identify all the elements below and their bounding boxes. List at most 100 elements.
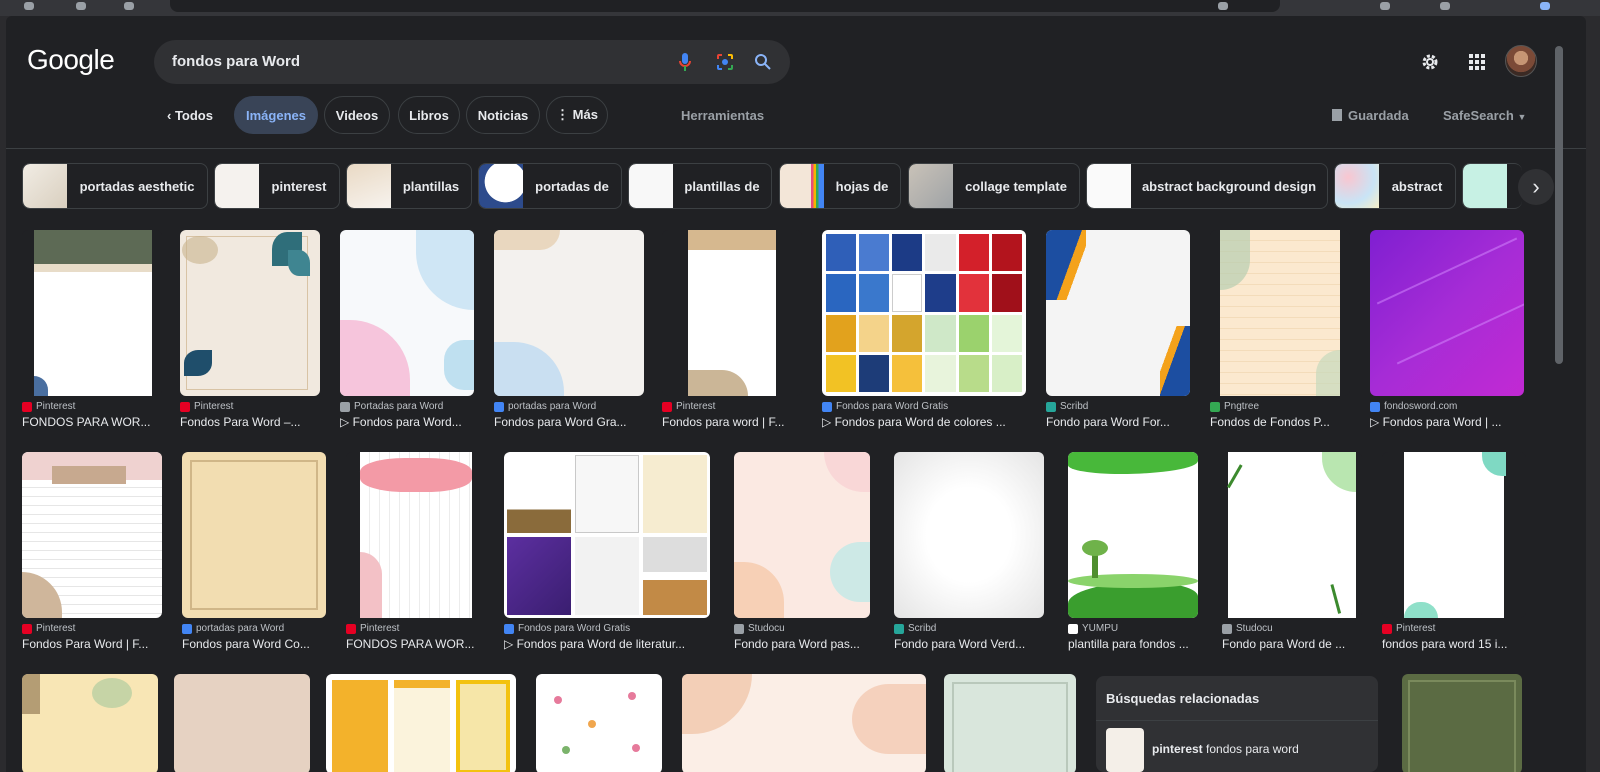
image-result[interactable] — [682, 674, 926, 772]
result-title[interactable]: Fondos para Word Co... — [182, 637, 326, 651]
result-source[interactable]: YUMPU — [1068, 623, 1198, 634]
chip-plantillas[interactable]: plantillas — [346, 163, 472, 209]
result-image[interactable] — [1222, 452, 1362, 618]
apps-grid-icon[interactable] — [1461, 46, 1493, 78]
chip-partial[interactable] — [1462, 163, 1522, 209]
image-result[interactable] — [944, 674, 1076, 772]
result-source[interactable]: portadas para Word — [494, 401, 644, 412]
extension-icon[interactable] — [1440, 2, 1450, 10]
result-source[interactable]: Pinterest — [22, 401, 162, 412]
image-result[interactable]: Studocu Fondo para Word pas... — [734, 452, 870, 651]
result-image[interactable] — [944, 674, 1076, 772]
result-title[interactable]: Fondos para word | F... — [662, 415, 802, 429]
image-result[interactable] — [1402, 674, 1522, 772]
related-search-item[interactable]: pinterest fondos para word — [1152, 742, 1299, 756]
result-title[interactable]: FONDOS PARA WOR... — [22, 415, 162, 429]
result-source[interactable]: Fondos para Word Gratis — [504, 623, 710, 634]
result-image[interactable] — [174, 674, 310, 772]
settings-gear-icon[interactable] — [1414, 46, 1446, 78]
result-source[interactable]: Pinterest — [1382, 623, 1526, 634]
tab-noticias[interactable]: Noticias — [466, 96, 540, 134]
chip-portadas-aesthetic[interactable]: portadas aesthetic — [22, 163, 208, 209]
result-image[interactable] — [1370, 230, 1524, 396]
chip-portadas-de[interactable]: portadas de — [478, 163, 622, 209]
image-result[interactable]: Fondos para Word Gratis ▷ Fondos para Wo… — [504, 452, 710, 651]
result-source[interactable]: Fondos para Word Gratis — [822, 401, 1026, 412]
image-result[interactable]: fondosword.com ▷ Fondos para Word | ... — [1370, 230, 1524, 429]
microphone-icon[interactable] — [674, 51, 696, 73]
image-result[interactable]: Fondos para Word Gratis ▷ Fondos para Wo… — [822, 230, 1026, 429]
result-title[interactable]: FONDOS PARA WOR... — [346, 637, 480, 651]
image-result[interactable]: portadas para Word Fondos para Word Gra.… — [494, 230, 644, 429]
image-result[interactable]: YUMPU plantilla para fondos ... — [1068, 452, 1198, 651]
result-title[interactable]: Fondos Para Word –... — [180, 415, 320, 429]
result-image[interactable] — [1382, 452, 1526, 618]
image-result[interactable]: Pinterest fondos para word 15 i... — [1382, 452, 1526, 651]
result-image[interactable] — [180, 230, 320, 396]
result-image[interactable] — [1210, 230, 1350, 396]
back-icon[interactable] — [24, 2, 34, 10]
result-image[interactable] — [1068, 452, 1198, 618]
result-title[interactable]: plantilla para fondos ... — [1068, 637, 1198, 651]
image-result[interactable]: Pinterest Fondos Para Word –... — [180, 230, 320, 429]
chip-plantillas-de[interactable]: plantillas de — [628, 163, 772, 209]
saved-button[interactable]: Guardada — [1332, 108, 1409, 123]
image-result[interactable]: Pngtree Fondos de Fondos P... — [1210, 230, 1350, 429]
result-image[interactable] — [346, 452, 480, 618]
result-source[interactable]: Portadas para Word — [340, 401, 474, 412]
result-source[interactable]: Pinterest — [662, 401, 802, 412]
result-image[interactable] — [536, 674, 662, 772]
tab-todos[interactable]: ‹ Todos — [158, 96, 222, 134]
result-source[interactable]: Studocu — [1222, 623, 1362, 634]
image-result[interactable] — [536, 674, 662, 772]
tab-imagenes[interactable]: Imágenes — [234, 96, 318, 134]
result-image[interactable] — [1402, 674, 1522, 772]
related-thumbnail[interactable] — [1106, 728, 1144, 772]
profile-icon[interactable] — [1540, 2, 1550, 10]
search-query-text[interactable]: fondos para Word — [172, 53, 300, 70]
result-image[interactable] — [494, 230, 644, 396]
chip-hojas-de[interactable]: hojas de — [779, 163, 901, 209]
result-image[interactable] — [504, 452, 710, 618]
result-source[interactable]: Pinterest — [180, 401, 320, 412]
image-result[interactable]: Scribd Fondo para Word Verd... — [894, 452, 1044, 651]
image-result[interactable]: Scribd Fondo para Word For... — [1046, 230, 1190, 429]
result-source[interactable]: Pinterest — [22, 623, 162, 634]
result-source[interactable]: Pngtree — [1210, 401, 1350, 412]
result-image[interactable] — [682, 674, 926, 772]
result-title[interactable]: ▷ Fondos para Word de colores ... — [822, 415, 1026, 429]
result-title[interactable]: Fondos Para Word | F... — [22, 637, 162, 651]
result-title[interactable]: ▷ Fondos para Word... — [340, 415, 474, 429]
chip-pinterest[interactable]: pinterest — [214, 163, 340, 209]
search-input[interactable]: fondos para Word — [154, 40, 790, 84]
tab-videos[interactable]: Videos — [324, 96, 390, 134]
tab-libros[interactable]: Libros — [398, 96, 460, 134]
result-image[interactable] — [1046, 230, 1190, 396]
tab-mas[interactable]: ⋮ Más — [546, 96, 608, 134]
result-source[interactable]: Scribd — [894, 623, 1044, 634]
result-image[interactable] — [822, 230, 1026, 396]
result-image[interactable] — [326, 674, 516, 772]
image-result[interactable] — [22, 674, 158, 772]
result-title[interactable]: Fondo para Word Verd... — [894, 637, 1044, 651]
image-result[interactable]: Portadas para Word ▷ Fondos para Word... — [340, 230, 474, 429]
google-logo[interactable]: Google — [27, 44, 115, 76]
result-image[interactable] — [894, 452, 1044, 618]
chip-abstract-background-design[interactable]: abstract background design — [1086, 163, 1328, 209]
image-result[interactable]: Pinterest Fondos para word | F... — [662, 230, 802, 429]
result-title[interactable]: Fondo para Word pas... — [734, 637, 870, 651]
address-bar[interactable] — [170, 0, 1280, 12]
extension-icon[interactable] — [1380, 2, 1390, 10]
chip-collage-template[interactable]: collage template — [908, 163, 1080, 209]
scrollbar-thumb[interactable] — [1555, 46, 1563, 364]
bookmark-star-icon[interactable] — [1218, 2, 1228, 10]
image-result[interactable]: Pinterest FONDOS PARA WOR... — [346, 452, 480, 651]
chips-next-arrow-icon[interactable]: › — [1518, 169, 1554, 205]
extension-icon[interactable] — [124, 2, 134, 10]
search-icon[interactable] — [752, 51, 774, 73]
result-image[interactable] — [734, 452, 870, 618]
result-image[interactable] — [662, 230, 802, 396]
result-title[interactable]: ▷ Fondos para Word | ... — [1370, 415, 1524, 429]
tools-button[interactable]: Herramientas — [681, 108, 764, 123]
result-title[interactable]: Fondo para Word de ... — [1222, 637, 1362, 651]
